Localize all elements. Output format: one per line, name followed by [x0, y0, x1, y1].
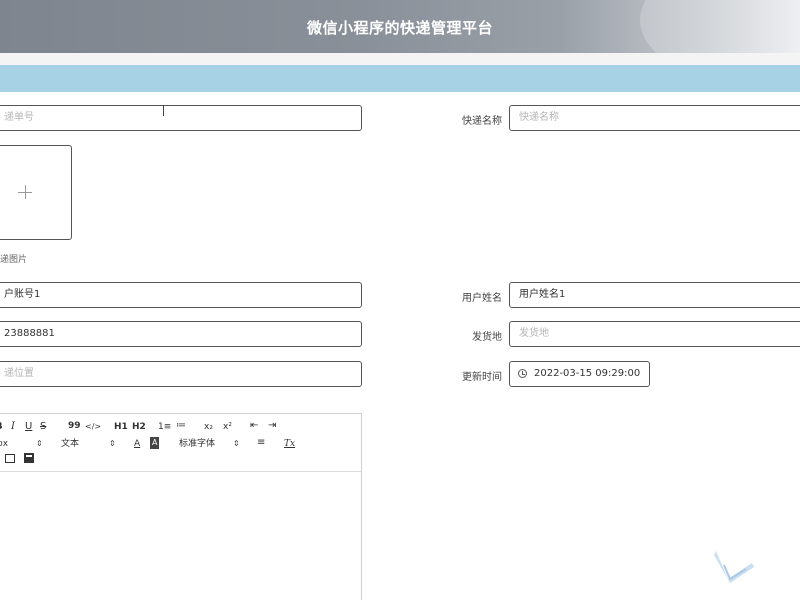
image-upload[interactable] — [0, 145, 72, 240]
font-color-button[interactable]: A — [134, 438, 140, 450]
video-icon[interactable] — [24, 453, 34, 463]
font-caret-icon: ⇕ — [233, 439, 240, 448]
shipper-label: 发货地 — [472, 332, 502, 343]
italic-button[interactable]: I — [11, 421, 15, 433]
superscript-button[interactable]: x² — [223, 421, 232, 433]
clear-format-button[interactable]: Tx — [284, 438, 295, 450]
user-name-input[interactable]: 用户姓名1 — [509, 282, 800, 308]
section-band — [0, 65, 800, 92]
ordered-list-button[interactable]: 1≡ — [158, 421, 171, 433]
header-2-button[interactable]: H2 — [132, 421, 146, 433]
user-name-label: 用户姓名 — [462, 293, 502, 304]
location-input[interactable]: 递位置 — [0, 361, 362, 387]
express-name-label: 快递名称 — [462, 116, 502, 127]
page-title: 微信小程序的快递管理平台 — [306, 19, 493, 37]
code-block-button[interactable]: </> — [85, 421, 101, 433]
phone-input[interactable]: 23888881 — [0, 321, 362, 347]
indent-decrease-button[interactable]: ⇤ — [250, 420, 258, 432]
tracking-number-input[interactable]: 递单号 — [0, 105, 362, 131]
text-cursor-icon — [163, 105, 164, 116]
bold-button[interactable]: B — [0, 421, 3, 433]
blockquote-button[interactable]: 99 — [68, 420, 81, 432]
size-caret-icon: ⇕ — [36, 439, 43, 448]
express-name-input[interactable]: 快递名称 — [509, 105, 800, 131]
format-caret-icon: ⇕ — [109, 439, 116, 448]
app-header: 微信小程序的快递管理平台 — [0, 0, 800, 53]
underline-button[interactable]: U — [25, 421, 32, 433]
font-size-select[interactable]: px — [0, 438, 8, 450]
toolbar-divider — [0, 471, 361, 472]
strike-button[interactable]: S — [40, 421, 46, 433]
font-family-select[interactable]: 标准字体 — [179, 438, 215, 450]
shipper-input[interactable]: 发货地 — [509, 321, 800, 347]
align-button[interactable]: ≡ — [257, 437, 265, 449]
rich-text-editor[interactable]: B I U S 99 </> H1 H2 1≡ ≔ x₂ x² ⇤ ⇥ px ⇕… — [0, 413, 362, 600]
image-upload-caption: 递图片 — [0, 255, 28, 265]
text-format-select[interactable]: 文本 — [61, 438, 79, 450]
user-account-input[interactable]: 户账号1 — [0, 282, 362, 308]
background-color-button[interactable]: A — [150, 437, 160, 449]
indent-increase-button[interactable]: ⇥ — [268, 420, 276, 432]
subscript-button[interactable]: x₂ — [204, 421, 213, 433]
watermark-logo-icon — [714, 551, 754, 583]
clock-icon — [518, 369, 527, 378]
header-gap — [0, 53, 800, 65]
update-time-value: 2022-03-15 09:29:00 — [534, 368, 641, 379]
plus-icon-vertical — [25, 185, 26, 199]
header-1-button[interactable]: H1 — [114, 421, 128, 433]
image-icon[interactable] — [5, 454, 15, 463]
update-time-label: 更新时间 — [462, 372, 502, 383]
bullet-list-button[interactable]: ≔ — [176, 420, 186, 432]
update-time-picker[interactable]: 2022-03-15 09:29:00 — [509, 361, 650, 387]
